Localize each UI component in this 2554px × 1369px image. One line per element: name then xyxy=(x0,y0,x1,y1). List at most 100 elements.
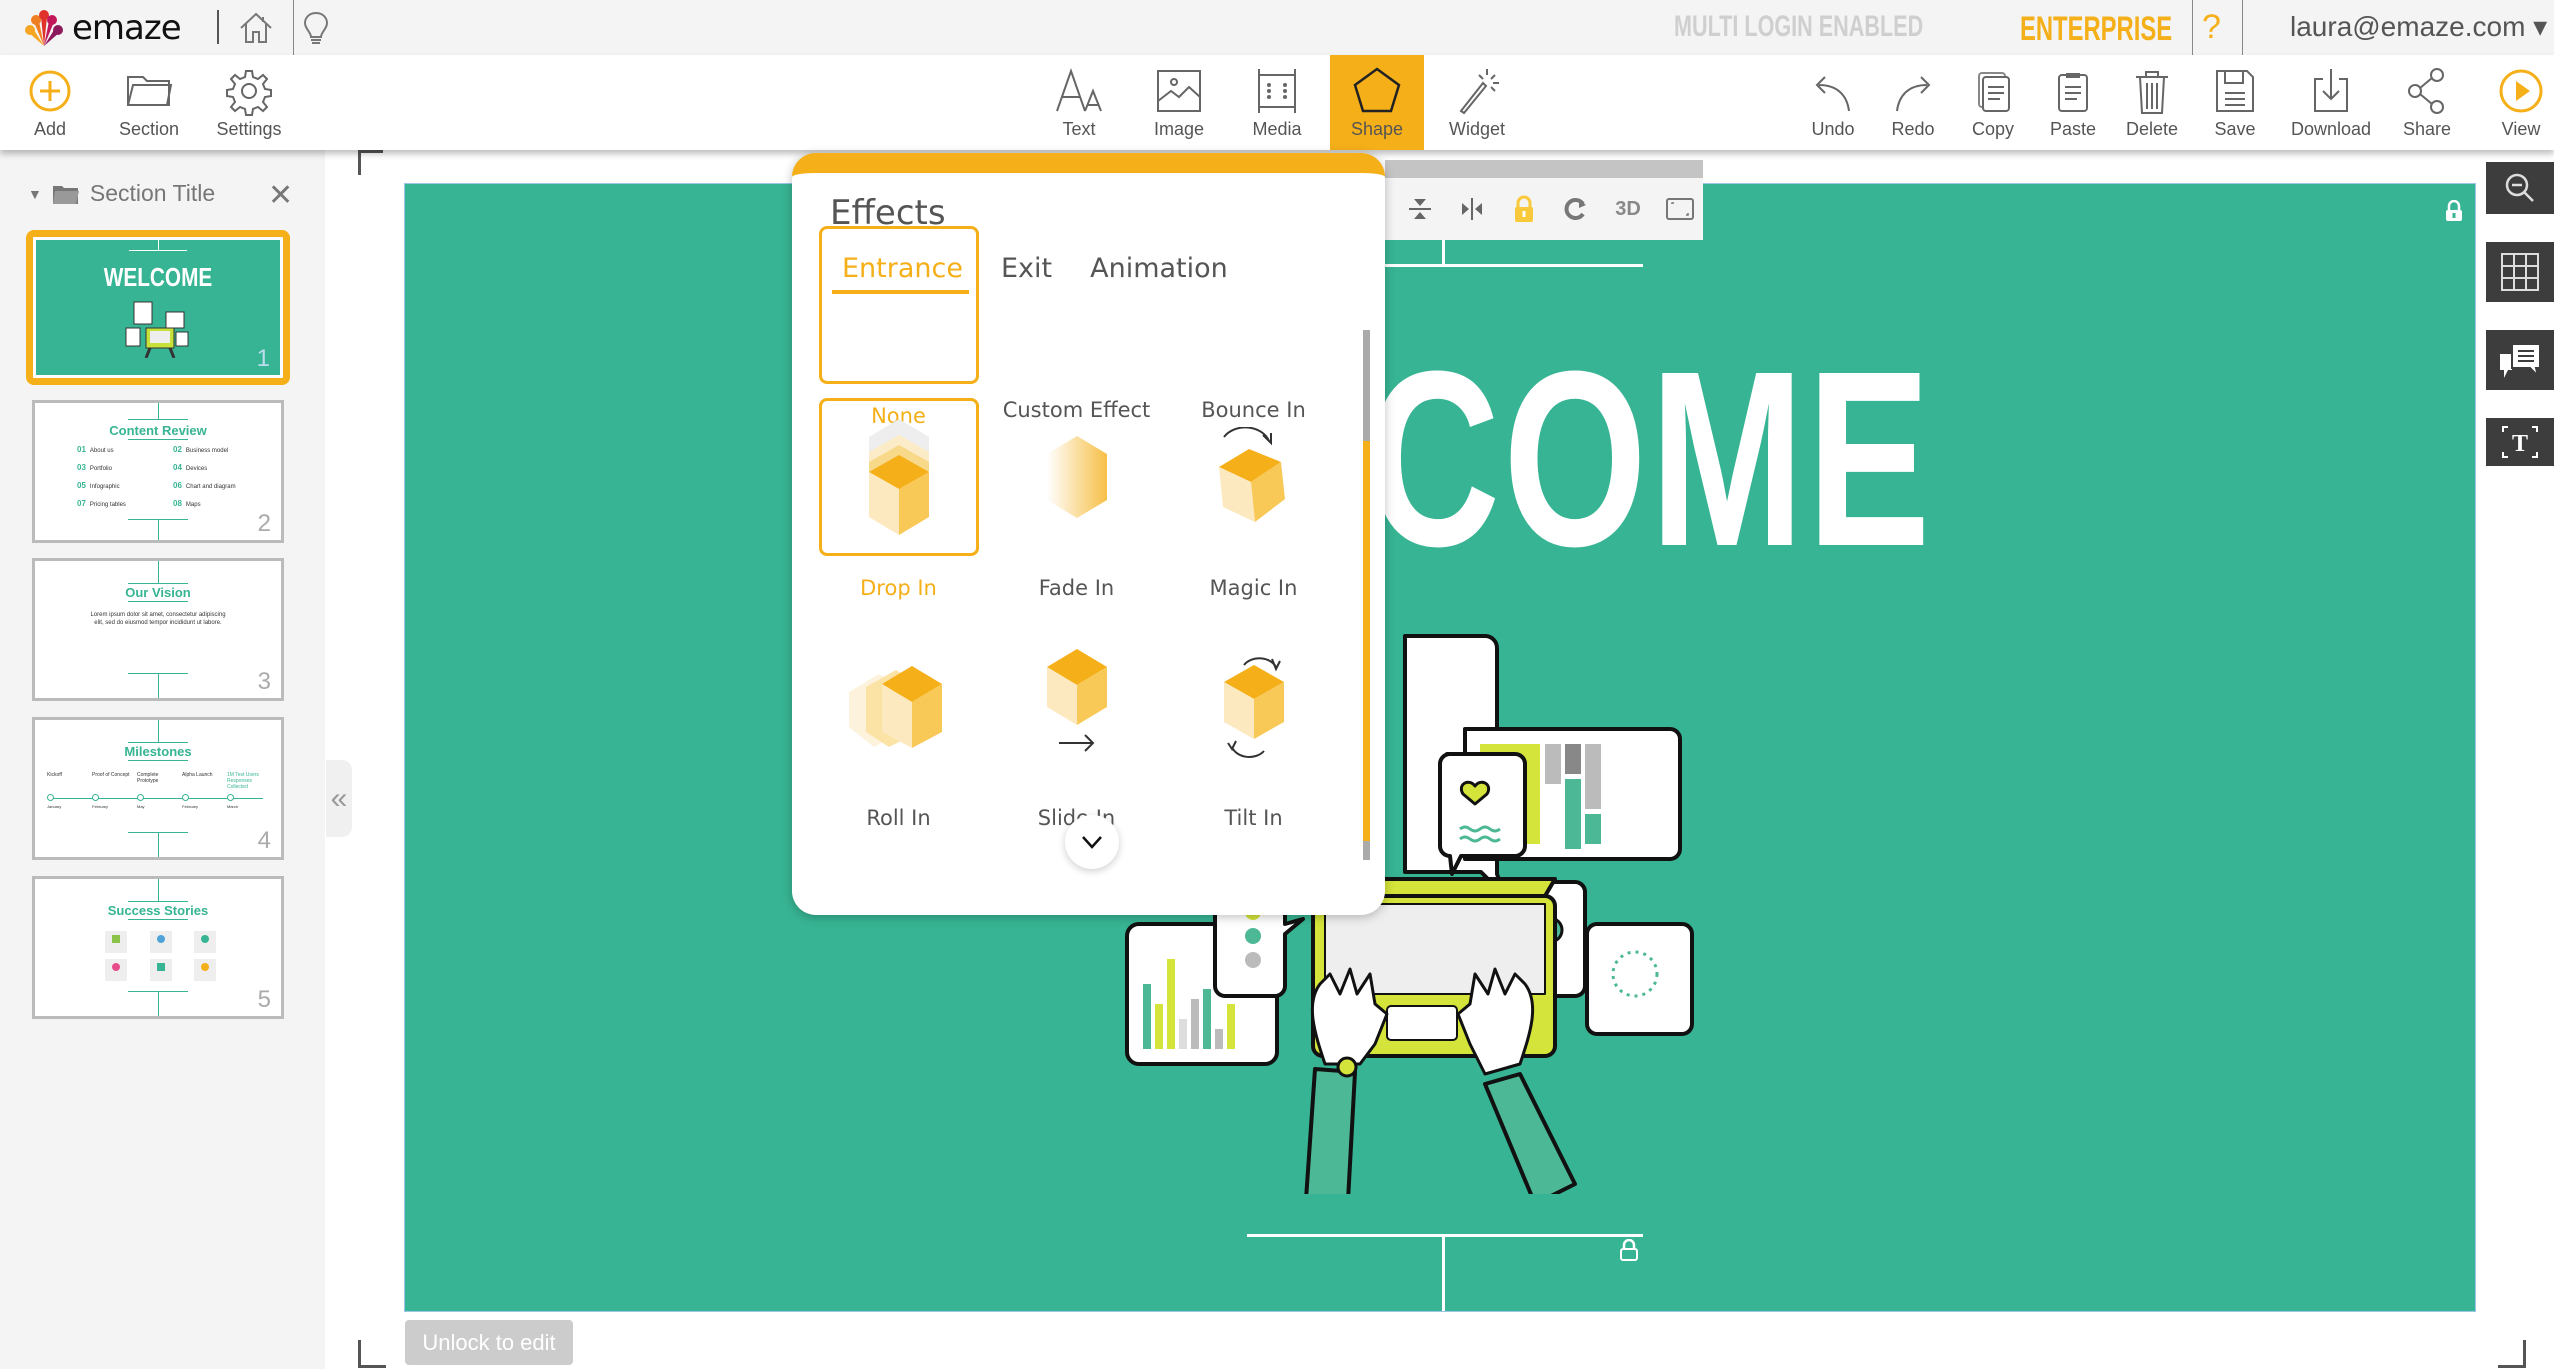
section-label: Section xyxy=(118,119,180,139)
copy-icon xyxy=(1978,72,2010,112)
roll-in-icon xyxy=(819,628,979,786)
align-horizontal-icon[interactable] xyxy=(1457,194,1487,224)
gear-icon xyxy=(226,70,272,116)
slide-thumbnail-1[interactable]: WELCOME 1 xyxy=(26,230,290,385)
collapse-sidebar-button[interactable]: « xyxy=(326,760,352,837)
effect-tilt-in[interactable]: Tilt In xyxy=(1171,628,1336,830)
slide-decor-line xyxy=(128,742,188,743)
text-frame-icon: T xyxy=(2502,426,2538,458)
agenda-item: 02 Business model xyxy=(173,445,229,454)
chevron-down-icon xyxy=(1082,836,1102,849)
text-frame-button[interactable]: T xyxy=(2486,418,2554,466)
redo-icon xyxy=(1896,76,1931,112)
lock-icon[interactable] xyxy=(1509,194,1539,224)
3d-icon[interactable]: 3D xyxy=(1613,194,1643,224)
comments-button[interactable] xyxy=(2486,330,2554,390)
add-icon xyxy=(29,70,71,112)
undo-button[interactable]: Undo xyxy=(1806,55,1860,150)
effect-custom[interactable]: Custom Effect xyxy=(994,220,1159,422)
section-button[interactable]: Section xyxy=(112,55,186,150)
slide-thumbnail-4[interactable]: Milestones Kickoff January Proof of Conce… xyxy=(32,717,284,860)
media-tool[interactable]: Media xyxy=(1244,55,1310,150)
agenda-item: 03 Portfolio xyxy=(77,463,112,472)
agenda-item: 07 Pricing tables xyxy=(77,499,126,508)
lock-icon[interactable] xyxy=(1620,1239,1638,1261)
agenda-item: 04 Devices xyxy=(173,463,208,472)
copy-label: Copy xyxy=(1971,119,2015,139)
close-section-icon[interactable]: ✕ xyxy=(268,178,293,213)
section-title[interactable]: Section Title xyxy=(90,180,215,207)
download-button[interactable]: Download xyxy=(2286,55,2376,150)
widget-tool[interactable]: Widget xyxy=(1444,55,1510,150)
emaze-logo[interactable]: emaze xyxy=(22,6,182,50)
section-header[interactable]: ▼ Section Title xyxy=(28,180,215,207)
save-icon xyxy=(2216,70,2254,112)
grid-button[interactable] xyxy=(2486,242,2554,302)
copy-button[interactable]: Copy xyxy=(1966,55,2020,150)
unlock-to-edit-button[interactable]: Unlock to edit xyxy=(405,1320,573,1365)
help-button[interactable]: ? xyxy=(2202,8,2221,47)
user-menu[interactable]: laura@emaze.com ▾ xyxy=(2290,10,2547,43)
share-button[interactable]: Share xyxy=(2400,55,2454,150)
lightbulb-icon[interactable] xyxy=(296,8,336,48)
delete-button[interactable]: Delete xyxy=(2122,55,2182,150)
save-button[interactable]: Save xyxy=(2208,55,2262,150)
effect-label: Magic In xyxy=(1209,576,1298,600)
slide-decor-line xyxy=(128,583,188,584)
client-logo xyxy=(150,931,172,953)
lock-icon[interactable] xyxy=(2445,200,2463,222)
slide-decor-line xyxy=(158,403,159,419)
paste-button[interactable]: Paste xyxy=(2046,55,2100,150)
slide-number: 4 xyxy=(257,827,271,854)
top-bar: emaze MULTI LOGIN ENABLED ENTERPRISE ? l… xyxy=(0,0,2554,55)
multi-login-label: MULTI LOGIN ENABLED xyxy=(1674,10,1924,43)
slide-canvas[interactable]: WELCOME $ xyxy=(404,183,2476,1312)
slide-thumbnail-2[interactable]: Content Review 01 About us 02 Business mod… xyxy=(32,400,284,543)
agenda-item: 01 About us xyxy=(77,445,114,454)
effect-magic-in[interactable]: Magic In xyxy=(1171,398,1336,600)
caret-down-icon[interactable]: ▼ xyxy=(28,186,42,202)
effect-label: Fade In xyxy=(1038,576,1115,600)
rotate-icon[interactable] xyxy=(1561,194,1591,224)
effect-roll-in[interactable]: Roll In xyxy=(816,628,981,830)
grid-icon xyxy=(2501,253,2539,291)
agenda-item: 06 Chart and diagram xyxy=(173,481,236,490)
zoom-out-icon xyxy=(2505,173,2534,202)
slide-title: Success Stories xyxy=(107,903,209,918)
slide-decor-line xyxy=(158,519,159,540)
settings-button[interactable]: Settings xyxy=(212,55,286,150)
effect-fade-in[interactable]: Fade In xyxy=(994,398,1159,600)
slide-decor-line xyxy=(1247,1234,1643,1237)
effect-slide-in[interactable]: Slide In xyxy=(994,628,1159,830)
redo-button[interactable]: Redo xyxy=(1886,55,1940,150)
crop-icon[interactable] xyxy=(1665,194,1695,224)
slide-thumbnail-5[interactable]: Success Stories 5 xyxy=(32,876,284,1019)
magic-wand-icon xyxy=(1459,69,1499,115)
align-vertical-icon[interactable] xyxy=(1405,194,1435,224)
slide-decor-line xyxy=(158,673,159,698)
delete-label: Delete xyxy=(2125,119,2179,139)
client-logo xyxy=(194,931,216,953)
zoom-out-button[interactable] xyxy=(2486,162,2554,214)
effect-bounce-in[interactable]: Bounce In xyxy=(1171,220,1336,422)
scroll-down-button[interactable] xyxy=(1065,815,1119,869)
comments-icon xyxy=(2500,343,2541,380)
text-tool[interactable]: Text xyxy=(1046,55,1112,150)
effects-scrollbar-thumb[interactable] xyxy=(1363,441,1370,841)
home-icon[interactable] xyxy=(236,8,276,48)
slide-title: WELCOME xyxy=(103,262,213,292)
client-logo xyxy=(105,931,127,953)
slide-decor-line xyxy=(128,760,188,761)
client-logo xyxy=(150,959,172,981)
agenda-item: 08 Maps xyxy=(173,499,201,508)
add-button[interactable]: Add xyxy=(18,55,82,150)
image-tool[interactable]: Image xyxy=(1146,55,1212,150)
pentagon-icon xyxy=(1353,67,1401,113)
shape-tool[interactable]: Shape xyxy=(1330,55,1424,150)
effects-grid: None Custom Effect Bounce In Drop In Fad… xyxy=(816,226,1346,868)
slide-decor-line xyxy=(128,919,188,920)
view-button[interactable]: View xyxy=(2494,55,2548,150)
effect-drop-in[interactable]: Drop In xyxy=(816,398,981,600)
effects-panel: Effects Entrance Exit Animation None Cus… xyxy=(792,153,1385,915)
slide-thumbnail-3[interactable]: Our Vision Lorem ipsum dolor sit amet, c… xyxy=(32,558,284,701)
